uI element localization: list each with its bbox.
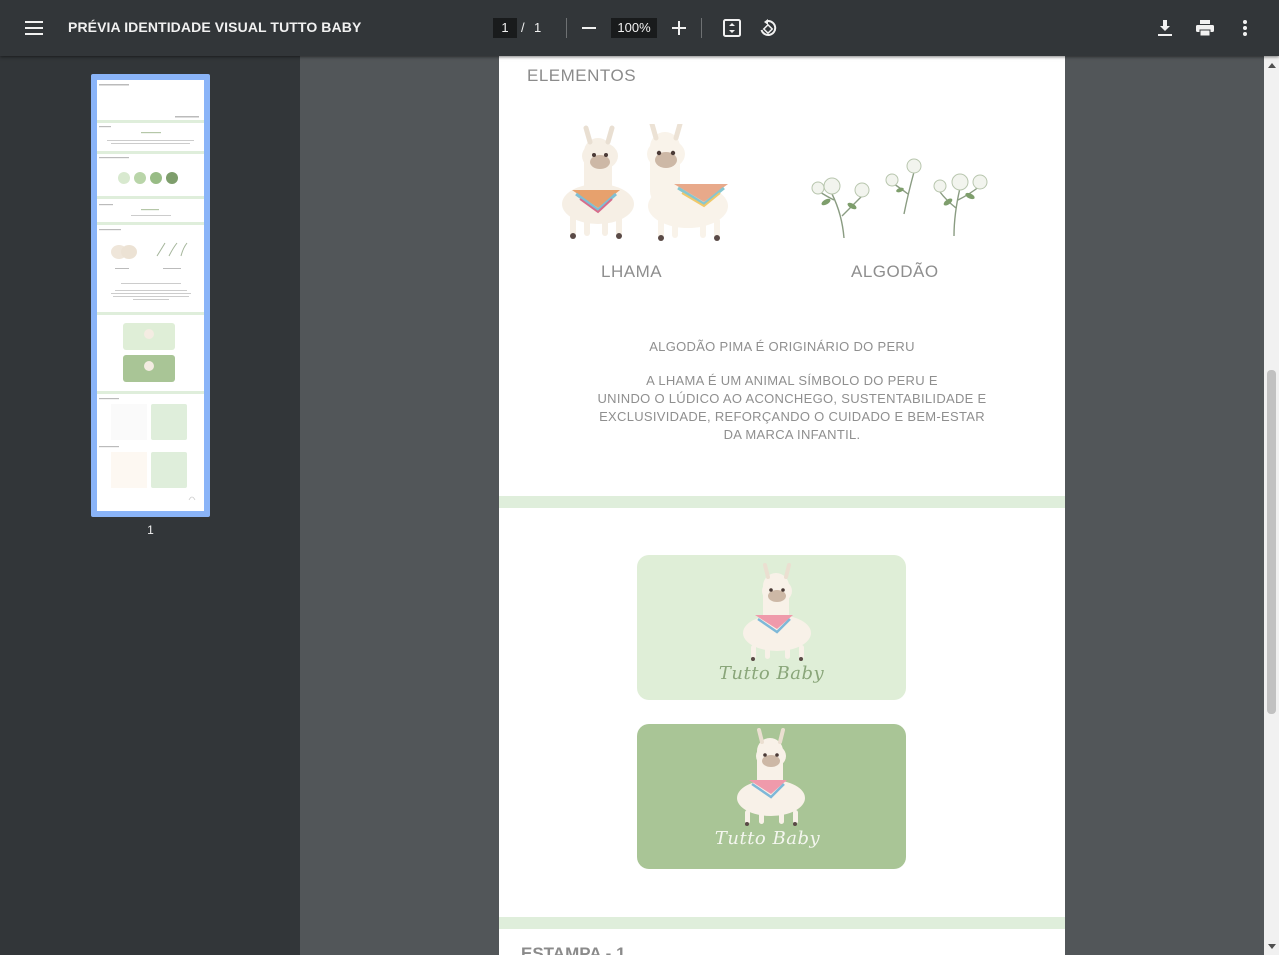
rotate-icon[interactable] — [752, 12, 784, 44]
brand-name: Tutto Baby — [718, 663, 825, 684]
section-divider — [499, 917, 1065, 929]
document-viewer: ELEMENTOS LHAMA ALGODÃO ALGODÃO PIMA É O… — [300, 56, 1279, 955]
paragraph-line: A LHAMA É UM ANIMAL SÍMBOLO DO PERU E — [646, 373, 938, 388]
zoom-in-icon[interactable] — [663, 12, 695, 44]
document-title: PRÉVIA IDENTIDADE VISUAL TUTTO BABY — [68, 19, 362, 35]
paragraph-origin: ALGODÃO PIMA É ORIGINÁRIO DO PERU — [649, 339, 915, 354]
scroll-down-icon[interactable] — [1267, 941, 1276, 951]
print-icon[interactable] — [1189, 12, 1221, 44]
zoom-level-input[interactable]: 100% — [611, 18, 657, 38]
paragraph-line: EXCLUSIVIDADE, REFORÇANDO O CUIDADO E BE… — [599, 409, 985, 424]
menu-icon[interactable] — [18, 12, 50, 44]
next-section-title: ESTAMPA - 1 — [521, 944, 626, 955]
fit-page-icon[interactable] — [716, 12, 748, 44]
vertical-scrollbar[interactable] — [1264, 56, 1279, 955]
thumbnail-preview — [97, 80, 204, 511]
section-title: ELEMENTOS — [527, 66, 637, 85]
logo-card-dark: Tutto Baby — [637, 724, 906, 869]
page-number-input[interactable]: 1 — [493, 18, 517, 38]
page-thumbnail[interactable] — [91, 74, 210, 517]
toolbar-divider — [701, 18, 702, 38]
logo-card-light: Tutto Baby — [637, 555, 906, 700]
download-icon[interactable] — [1149, 12, 1181, 44]
scrollbar-thumb[interactable] — [1267, 370, 1276, 714]
more-vert-icon[interactable] — [1229, 12, 1261, 44]
section-divider — [499, 496, 1065, 508]
paragraph-line: UNINDO O LÚDICO AO ACONCHEGO, SUSTENTABI… — [597, 391, 987, 406]
cotton-illustration — [811, 158, 988, 239]
paragraph-line: DA MARCA INFANTIL. — [723, 427, 861, 442]
llama-logo-icon — [743, 563, 811, 661]
scroll-up-icon[interactable] — [1267, 60, 1276, 70]
llama-logo-icon — [737, 728, 805, 826]
thumbnail-page-number: 1 — [147, 523, 154, 537]
toolbar-divider — [566, 18, 567, 38]
pdf-page: ELEMENTOS LHAMA ALGODÃO ALGODÃO PIMA É O… — [499, 56, 1065, 955]
thumbnail-sidebar: 1 — [0, 56, 300, 955]
pdf-toolbar: PRÉVIA IDENTIDADE VISUAL TUTTO BABY 1 / … — [0, 0, 1279, 56]
element-label-lhama: LHAMA — [601, 262, 663, 281]
page-separator: / — [521, 20, 525, 35]
zoom-out-icon[interactable] — [573, 12, 605, 44]
llama-illustration — [562, 124, 728, 241]
paragraph-description: A LHAMA É UM ANIMAL SÍMBOLO DO PERU E UN… — [519, 372, 1065, 444]
page-total: 1 — [534, 20, 542, 35]
brand-name: Tutto Baby — [714, 828, 821, 849]
element-label-algodao: ALGODÃO — [851, 262, 939, 281]
